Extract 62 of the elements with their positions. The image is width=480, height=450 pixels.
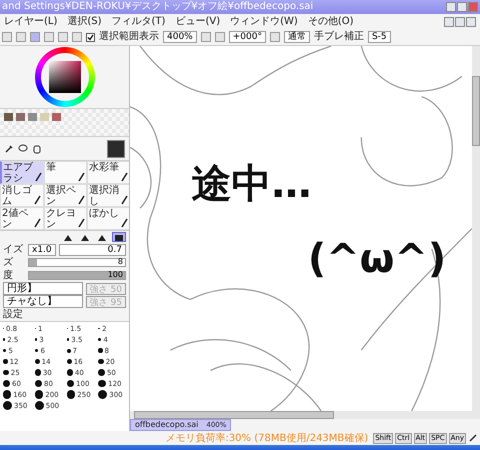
brush-icon <box>121 172 128 182</box>
stabilizer-label: 手ブレ補正 <box>314 31 364 43</box>
handwritten-text: 途中… <box>192 160 312 208</box>
color-wheel[interactable] <box>34 47 94 107</box>
toolbar-icon[interactable] <box>214 32 225 42</box>
param-label: イズ <box>3 244 24 256</box>
pen-icon[interactable] <box>468 433 478 443</box>
zoom-field[interactable]: 400% <box>163 31 197 43</box>
menu-item[interactable]: フィルタ(T) <box>112 14 166 28</box>
menu-item[interactable]: その他(O) <box>308 14 354 28</box>
color-swatch[interactable] <box>4 113 13 121</box>
color-swatch[interactable] <box>52 113 61 121</box>
tool-item[interactable]: エアブラシ <box>0 161 44 184</box>
brush-icon <box>78 172 85 182</box>
tool-item[interactable]: 選択ペン <box>44 184 87 207</box>
param-label: 度 <box>3 270 14 282</box>
selection-label: 選択範囲表示 <box>99 31 159 43</box>
multiplier-field[interactable]: x1.0 <box>28 244 56 256</box>
tool-item[interactable]: ぼかし <box>87 207 129 230</box>
param-slider[interactable]: 8 <box>28 258 126 267</box>
tool-item[interactable]: 消しゴム <box>0 184 44 207</box>
menu-item[interactable]: 選択(S) <box>67 14 102 28</box>
tool-item[interactable]: 2値ペン <box>0 207 44 230</box>
color-swatch[interactable] <box>28 113 37 121</box>
blend-mode-field[interactable]: 通常 <box>284 31 310 43</box>
color-swatch[interactable] <box>16 113 25 121</box>
param-slider[interactable]: 100 <box>28 271 126 280</box>
brush-icon <box>78 218 85 228</box>
settings-label: 設定 <box>3 308 23 320</box>
color-square[interactable] <box>48 61 80 93</box>
menu-item[interactable]: ウィンドウ(W) <box>230 14 298 28</box>
brush-icon <box>35 172 42 182</box>
brush-icon <box>121 218 128 228</box>
vertical-scrollbar[interactable] <box>472 46 480 411</box>
stabilizer-field[interactable]: S-5 <box>368 31 391 43</box>
slider-value: 8 <box>118 257 123 266</box>
memory-status: メモリ負荷率:30% (78MB使用/243MB確保) <box>165 432 368 445</box>
rotation-field[interactable]: +000° <box>228 31 266 43</box>
selection-checkbox[interactable] <box>86 32 95 42</box>
brush-tip-shape[interactable] <box>112 232 126 242</box>
horizontal-scrollbar[interactable] <box>130 411 480 419</box>
slider-value: 100 <box>108 270 123 279</box>
menu-item[interactable]: ビュー(V) <box>175 14 220 28</box>
brush-icon <box>121 195 128 205</box>
current-color[interactable] <box>107 140 125 158</box>
tool-item[interactable]: 選択消し <box>87 184 129 207</box>
tool-item[interactable]: 水彩筆 <box>87 161 129 184</box>
param-label: ズ <box>3 256 14 268</box>
color-swatch[interactable] <box>40 113 49 121</box>
toolbar-icon[interactable] <box>270 32 280 42</box>
brush-icon <box>34 218 41 228</box>
brush-icon <box>78 195 85 205</box>
toolbar-icon[interactable] <box>200 32 211 42</box>
tool-item[interactable]: 筆 <box>44 161 87 184</box>
lasso-icon[interactable] <box>18 144 28 154</box>
size-field[interactable]: 0.7 <box>58 244 126 256</box>
handwritten-text: (^ω^) <box>308 236 446 282</box>
tool-item[interactable]: クレヨン <box>44 207 87 230</box>
window-title: and Settings¥DEN-ROKU¥デスクトップ¥オフ絵¥offbedecopo.sai <box>2 0 314 14</box>
brush-icon <box>34 195 41 205</box>
eyedropper-icon[interactable] <box>4 144 14 154</box>
menu-item[interactable]: レイヤー(L) <box>4 14 58 28</box>
